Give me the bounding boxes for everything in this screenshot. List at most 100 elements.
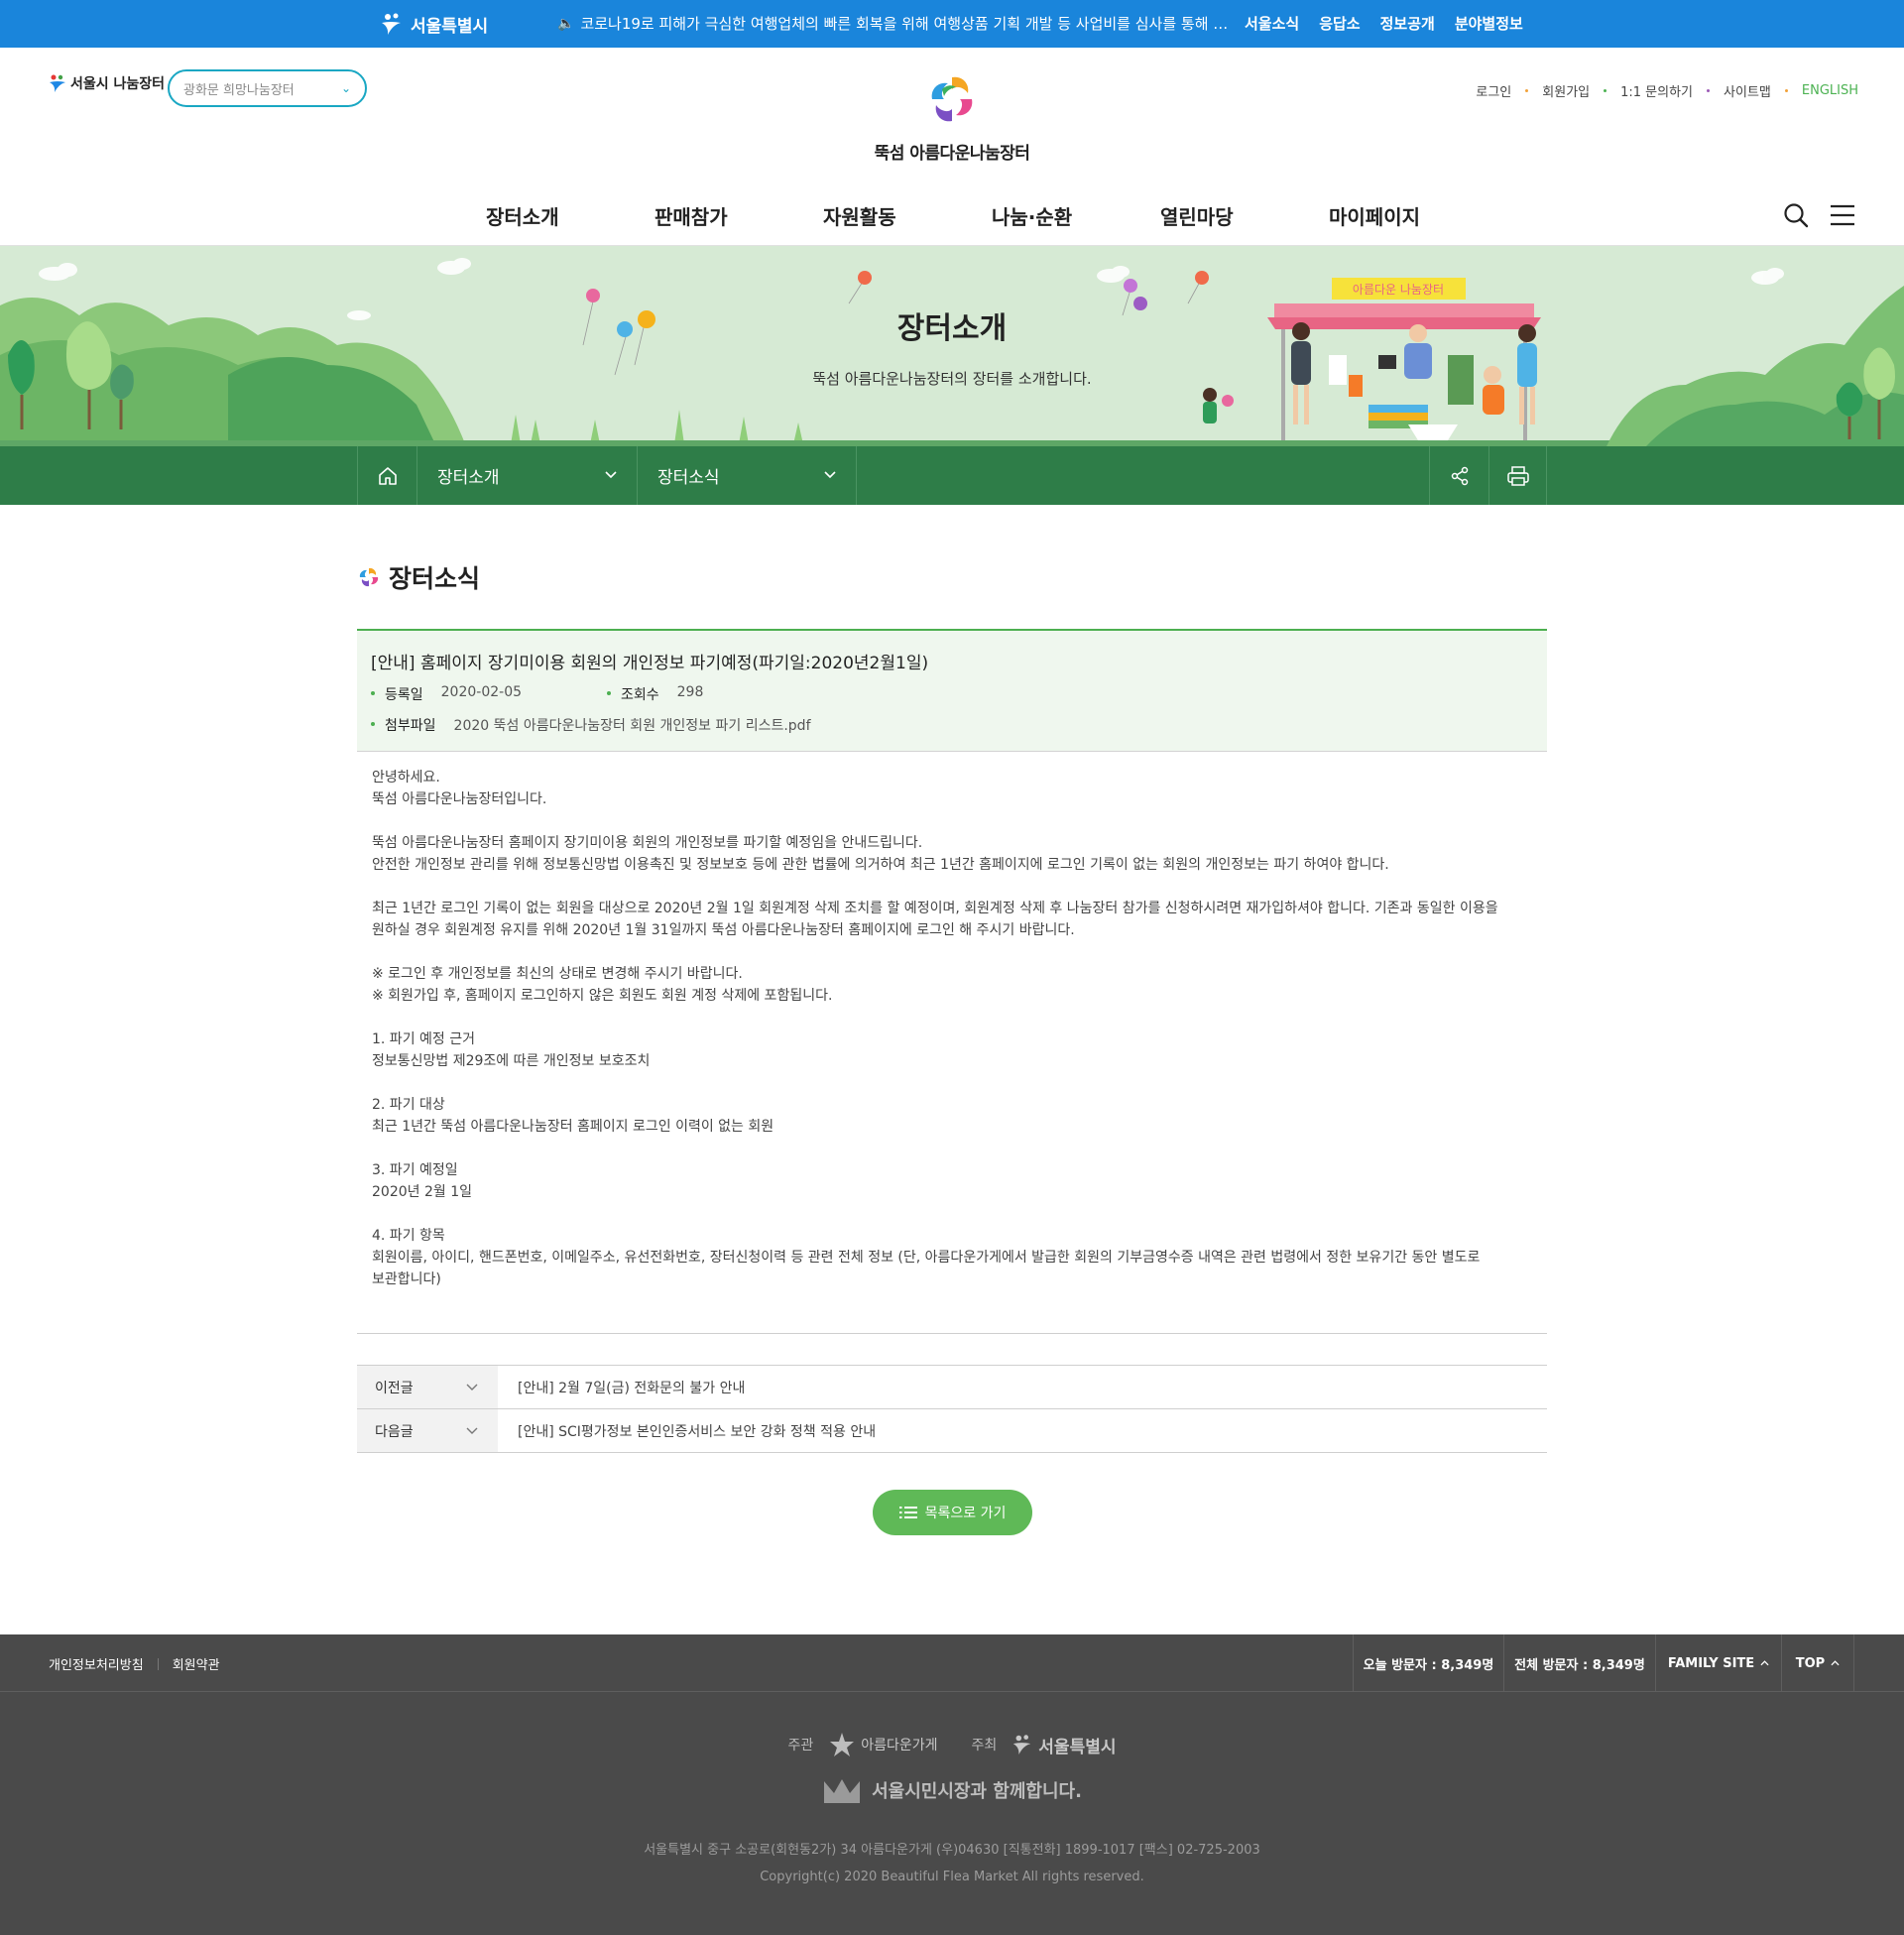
beautiful-store-logo: 아름다운가게 — [827, 1730, 938, 1759]
attachment-file-link[interactable]: 2020 뚝섬 아름다운나눔장터 회원 개인정보 파기 리스트.pdf — [454, 715, 811, 735]
nav-sales-participation[interactable]: 판매참가 — [654, 201, 823, 230]
seoul-logo-icon — [382, 13, 401, 35]
english-link[interactable]: ENGLISH — [1802, 83, 1858, 98]
scroll-top-label: TOP — [1795, 1655, 1826, 1671]
seoul-nanum-market-logo[interactable]: 서울시 나눔장터 — [48, 73, 165, 93]
prev-post-label: 이전글 — [375, 1380, 414, 1396]
post-date-value: 2020-02-05 — [440, 684, 523, 700]
footer-links: 개인정보처리방침 회원약관 — [49, 1654, 220, 1673]
body-line: 안녕하세요. — [372, 770, 440, 786]
host-label: 주관 — [787, 1738, 814, 1754]
print-icon[interactable] — [1488, 446, 1547, 505]
login-link[interactable]: 로그인 — [1476, 81, 1511, 100]
nanum-logo-text: 서울시 나눔장터 — [70, 76, 166, 92]
body-line — [372, 941, 1502, 963]
footer-main: 주관 아름다운가게 주최 서울특별시 서울시민시장과 함께합니다. 서울특별시 … — [0, 1692, 1904, 1935]
beautiful-store-logo-icon — [830, 1733, 855, 1756]
post-views: 조회수 298 — [607, 684, 703, 704]
top-link-eungdapso[interactable]: 응답소 — [1319, 13, 1360, 34]
separator-dot — [1525, 89, 1529, 92]
privacy-policy-link[interactable]: 개인정보처리방침 — [49, 1654, 144, 1673]
main-navigation: 장터소개 판매참가 자원활동 나눔·순환 열린마당 마이페이지 — [486, 201, 1448, 230]
notice-ticker[interactable]: 🔈 코로나19로 피해가 극심한 여행업체의 빠른 회복을 위해 여행상품 기획… — [557, 13, 1237, 34]
location-depth1-dropdown[interactable]: 장터소개 — [416, 446, 637, 505]
body-line: ※ 회원가입 후, 홈페이지 로그인하지 않은 회원도 회원 계정 삭제에 포함… — [372, 988, 833, 1004]
chevron-up-icon — [1760, 1660, 1769, 1666]
family-site-button[interactable]: FAMILY SITE — [1655, 1634, 1781, 1692]
post-date-label: 등록일 — [371, 684, 423, 704]
top-link-news[interactable]: 서울소식 — [1245, 13, 1299, 34]
location-depth2-dropdown[interactable]: 장터소식 — [637, 446, 857, 505]
next-post-link[interactable]: [안내] SCI평가정보 본인인증서비스 보안 강화 정책 적용 안내 — [498, 1421, 876, 1441]
prev-next-list: 이전글 [안내] 2월 7일(금) 전화문의 불가 안내 다음글 [안내] SC… — [357, 1365, 1547, 1453]
market-logo-text: 뚝섬 아름다운나눔장터 — [874, 144, 1030, 164]
citizen-mayor-slogan: 서울시민시장과 함께합니다. — [0, 1775, 1904, 1805]
body-line: 1. 파기 예정 근거 — [372, 1031, 475, 1047]
next-post-label: 다음글 — [375, 1423, 414, 1440]
ticker-text: 코로나19로 피해가 극심한 여행업체의 빠른 회복을 위해 여행상품 기획 개… — [580, 15, 1237, 33]
sub-visual-banner: 아름다운 나눔장터 장터소개 뚝섬 아름다운나눔장터의 장터를 소개합니다. — [0, 246, 1904, 446]
share-icon[interactable] — [1429, 446, 1488, 505]
home-icon[interactable] — [357, 446, 416, 505]
next-post-row[interactable]: 다음글 [안내] SCI평가정보 본인인증서비스 보안 강화 정책 적용 안내 — [357, 1409, 1547, 1453]
market-flower-bullet-icon — [359, 567, 379, 587]
chevron-down-icon — [466, 1381, 478, 1394]
post-body: 안녕하세요. 뚝섬 아름다운나눔장터입니다. 뚝섬 아름다운나눔장터 홈페이지 … — [372, 767, 1502, 1290]
seoul-city-logo[interactable]: 서울특별시 — [379, 8, 488, 40]
footer-top-bar: 개인정보처리방침 회원약관 오늘 방문자 : 8,349명 전체 방문자 : 8… — [0, 1634, 1904, 1692]
prev-post-link[interactable]: [안내] 2월 7일(금) 전화문의 불가 안내 — [498, 1378, 745, 1397]
search-icon[interactable] — [1782, 201, 1810, 229]
seoul-logo-text: 서울특별시 — [411, 16, 489, 37]
body-line: 정보통신망법 제29조에 따른 개인정보 보호조치 — [372, 1053, 651, 1069]
sponsor-name: 서울특별시 — [1038, 1737, 1117, 1757]
host-name: 아름다운가게 — [861, 1738, 938, 1754]
nav-mypage[interactable]: 마이페이지 — [1329, 201, 1448, 230]
ttukseom-market-logo[interactable]: 뚝섬 아름다운나눔장터 — [853, 69, 1051, 179]
today-visitors: 오늘 방문자 : 8,349명 — [1353, 1634, 1503, 1692]
post-date: 등록일 2020-02-05 — [371, 684, 522, 704]
body-line: 원하실 경우 회원계정 유지를 위해 2020년 1월 31일까지 뚝섬 아름다… — [372, 922, 1075, 938]
post-header: [안내] 홈페이지 장기미이용 회원의 개인정보 파기예정(파기일:2020년2… — [357, 629, 1547, 752]
top-link-field-info[interactable]: 분야별정보 — [1455, 13, 1523, 34]
body-line — [372, 1072, 1502, 1094]
seoul-footer-logo: 서울특별시 — [1011, 1733, 1117, 1757]
sponsor-label: 주최 — [971, 1738, 998, 1754]
location-bar: 장터소개 장터소식 — [0, 446, 1904, 505]
prev-post-row[interactable]: 이전글 [안내] 2월 7일(금) 전화문의 불가 안내 — [357, 1366, 1547, 1409]
hamburger-menu-icon[interactable] — [1830, 203, 1855, 227]
speaker-icon: 🔈 — [557, 15, 575, 32]
utility-links: 로그인 회원가입 1:1 문의하기 사이트맵 ENGLISH — [1476, 81, 1858, 100]
inquiry-link[interactable]: 1:1 문의하기 — [1620, 81, 1693, 100]
nav-open-forum[interactable]: 열린마당 — [1160, 201, 1329, 230]
market-select-dropdown[interactable]: 광화문 희망나눔장터 ⌄ — [168, 69, 367, 107]
nav-volunteer[interactable]: 자원활동 — [823, 201, 992, 230]
member-terms-link[interactable]: 회원약관 — [173, 1654, 220, 1673]
booth-sign-text: 아름다운 나눔장터 — [1353, 283, 1444, 297]
prev-post-label-cell: 이전글 — [357, 1366, 498, 1408]
post-views-label: 조회수 — [607, 684, 659, 704]
body-line: 2020년 2월 1일 — [372, 1184, 472, 1200]
page-title: 장터소식 — [357, 559, 480, 595]
back-to-list-label: 목록으로 가기 — [924, 1506, 1007, 1521]
post-divider — [357, 1333, 1547, 1334]
top-link-info-open[interactable]: 정보공개 — [1380, 13, 1435, 34]
separator-dot — [1707, 89, 1711, 92]
body-line: 안전한 개인정보 관리를 위해 정보통신망법 이용촉진 및 정보보호 등에 관한… — [372, 857, 1389, 873]
seoul-logo-icon — [1013, 1735, 1031, 1755]
body-line: 3. 파기 예정일 — [372, 1162, 458, 1178]
signup-link[interactable]: 회원가입 — [1542, 81, 1590, 100]
separator-dot — [1784, 89, 1788, 92]
site-header: 서울시 나눔장터 광화문 희망나눔장터 ⌄ 뚝섬 아름다운나눔장터 로그인 회원… — [0, 48, 1904, 246]
market-select-value: 광화문 희망나눔장터 — [183, 82, 295, 98]
market-flower-logo-icon — [931, 76, 973, 122]
back-to-list-button[interactable]: 목록으로 가기 — [873, 1490, 1032, 1535]
body-line: 4. 파기 항목 — [372, 1228, 445, 1244]
nav-market-intro[interactable]: 장터소개 — [486, 201, 654, 230]
scroll-top-button[interactable]: TOP — [1781, 1634, 1854, 1692]
seoul-citizen-mayor-icon — [824, 1779, 861, 1803]
seoul-top-bar: 서울특별시 🔈 코로나19로 피해가 극심한 여행업체의 빠른 회복을 위해 여… — [0, 0, 1904, 48]
visual-description: 뚝섬 아름다운나눔장터의 장터를 소개합니다. — [812, 370, 1092, 388]
nav-sharing-circulation[interactable]: 나눔·순환 — [992, 201, 1160, 230]
sitemap-link[interactable]: 사이트맵 — [1724, 81, 1771, 100]
post-attachment: 첨부파일 2020 뚝섬 아름다운나눔장터 회원 개인정보 파기 리스트.pdf — [371, 715, 811, 735]
